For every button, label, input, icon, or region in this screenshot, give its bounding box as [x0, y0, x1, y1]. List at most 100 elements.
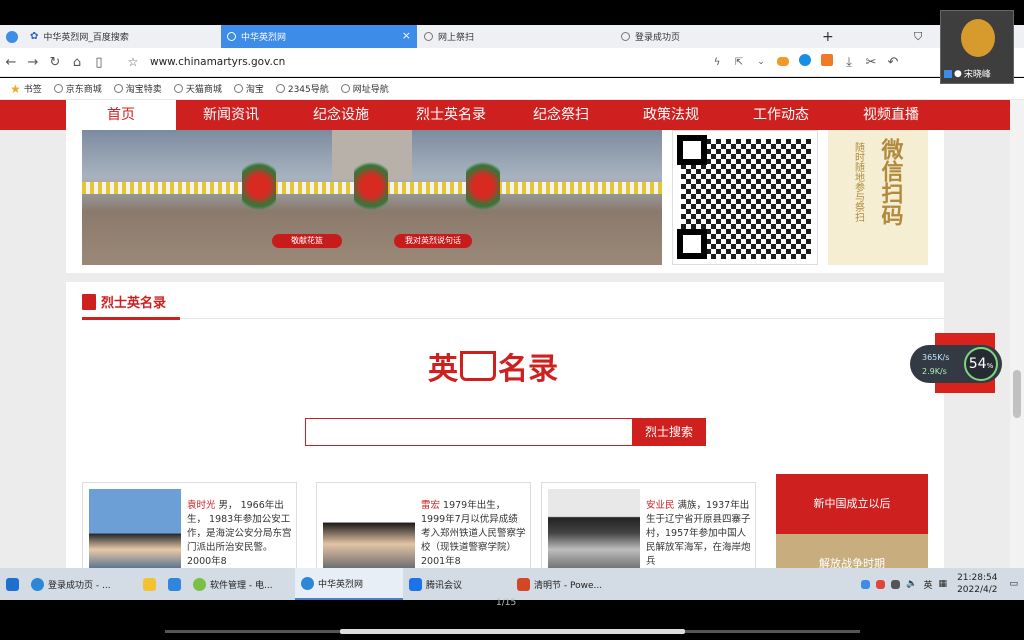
tab-label: 登录成功页	[635, 33, 681, 43]
taskbar-item-label: 登录成功页 - ...	[48, 580, 111, 591]
bookmark-item[interactable]: 淘宝	[233, 82, 264, 95]
share-icon[interactable]: ⇱	[728, 57, 750, 68]
tray-app-icon	[861, 579, 871, 589]
bookmarks-bar: ★ 书签 京东商城 淘宝特卖 天猫商城 淘宝 2345导航 网址导航	[0, 78, 1024, 100]
taskbar-item[interactable]: 登录成功页 - ...	[25, 568, 137, 600]
taskbar-item-label: 中华英烈网	[318, 579, 364, 590]
memory-percent: 54	[968, 356, 987, 372]
shirt-icon[interactable]: ⛉	[908, 25, 928, 48]
hero-card[interactable]: 雷宏 1979年出生，1999年7月以优异成绩考入郑州铁道人民警察学校（现铁道警…	[316, 482, 531, 568]
network-speed-widget[interactable]: 365K/s 2.9K/s 54%	[910, 345, 1002, 383]
nav-policy[interactable]: 政策法规	[616, 100, 726, 130]
share-progress-thumb[interactable]	[340, 629, 685, 634]
store-button[interactable]	[162, 568, 187, 600]
taskbar-item[interactable]: 软件管理 - 电...	[187, 568, 295, 600]
download-icon[interactable]: ⤓	[838, 55, 860, 70]
folder-icon	[143, 577, 156, 591]
bookmarks-label: 书签	[23, 85, 42, 95]
clock[interactable]: 21:28:54 2022/4/2	[951, 568, 1003, 600]
volume-icon: 🔈	[906, 579, 918, 589]
bookmark-item[interactable]: 京东商城	[53, 82, 102, 95]
tab-label: 中华英烈网_百度搜索	[43, 33, 129, 43]
globe-icon	[233, 84, 243, 93]
hero-name[interactable]: 雷宏	[421, 500, 440, 511]
system-tray[interactable]: 🔈 英 ▦	[857, 568, 951, 600]
bookmark-item[interactable]: 网址导航	[340, 82, 389, 95]
globe-icon	[340, 84, 350, 93]
tab-login-success[interactable]: 登录成功页	[615, 25, 811, 48]
hero-card[interactable]: 袁时光 男， 1966年出生， 1983年参加公安工作，是海淀公安分局东宫门派出…	[82, 482, 297, 568]
hero-card[interactable]: 安业民 满族，1937年出生于辽宁省开原县四寨子村，1957年参加中国人民解放军…	[541, 482, 756, 568]
main-nav: 首页 新闻资讯 纪念设施 烈士英名录 纪念祭扫 政策法规 工作动态 视频直播	[0, 100, 1010, 130]
hero-name[interactable]: 安业民	[646, 500, 675, 511]
taskbar-item-label: 清明节 - Powe...	[534, 580, 603, 591]
tab-baidu-search[interactable]: ✿ 中华英烈网_百度搜索	[24, 25, 220, 48]
bookmark-item[interactable]: 2345导航	[275, 82, 329, 95]
store-icon	[168, 577, 181, 591]
start-button[interactable]	[0, 568, 25, 600]
windows-icon	[6, 577, 19, 591]
era-tab-after-1949[interactable]: 新中国成立以后	[776, 474, 928, 534]
reader-icon[interactable]: ▯	[88, 55, 110, 70]
era-tab-liberation-war[interactable]: 解放战争时期	[776, 534, 928, 568]
scrollbar-thumb[interactable]	[1013, 370, 1021, 418]
page-scrollbar[interactable]	[1010, 100, 1024, 568]
notification-icon[interactable]: ▭	[1003, 568, 1024, 600]
extension-icon[interactable]	[794, 54, 816, 70]
message-martyr-button[interactable]: 我对英烈说句话	[394, 234, 472, 248]
hero-photo	[323, 489, 415, 568]
present-wreath-button[interactable]: 敬献花篮	[272, 234, 342, 248]
taskbar-item[interactable]: 清明节 - Powe...	[511, 568, 619, 600]
bookmark-label: 2345导航	[287, 85, 329, 95]
clock-time: 21:28:54	[957, 573, 998, 583]
nav-news[interactable]: 新闻资讯	[176, 100, 286, 130]
game-icon[interactable]	[772, 55, 794, 70]
star-icon[interactable]: ☆	[122, 55, 144, 69]
undo-icon[interactable]: ↶	[882, 55, 904, 70]
tab-online-tomb-sweeping[interactable]: 网上祭扫	[418, 25, 614, 48]
taskbar-item-active[interactable]: 中华英烈网	[295, 568, 403, 600]
bookmark-item[interactable]: 天猫商城	[173, 82, 222, 95]
forward-icon[interactable]: →	[22, 55, 44, 70]
refresh-icon[interactable]: ↻	[44, 55, 66, 70]
meeting-participant-video[interactable]: ● 宋晓峰	[940, 10, 1014, 84]
lightning-icon[interactable]: ϟ	[706, 57, 728, 68]
wreath-icon	[242, 156, 276, 216]
nav-live-video[interactable]: 视频直播	[836, 100, 946, 130]
baidu-paw-icon: ✿	[30, 31, 39, 42]
martyr-search-button[interactable]: 烈士搜索	[632, 418, 706, 446]
nav-work-updates[interactable]: 工作动态	[726, 100, 836, 130]
section-title-text: 烈士英名录	[101, 296, 167, 311]
url-field[interactable]: www.chinamartyrs.gov.cn	[150, 56, 285, 68]
home-icon[interactable]: ⌂	[66, 55, 88, 70]
nav-home[interactable]: 首页	[66, 100, 176, 130]
bookmark-item[interactable]: 淘宝特卖	[113, 82, 162, 95]
powerpoint-icon	[517, 577, 530, 591]
back-icon[interactable]: ←	[0, 55, 22, 70]
qr-finder	[677, 135, 707, 165]
wechat-scan-panel: 随时随地参与祭扫 微信扫码	[828, 130, 928, 265]
tray-app-icon	[891, 579, 901, 589]
nav-memorial-sweeping[interactable]: 纪念祭扫	[506, 100, 616, 130]
martyrs-list-card: 烈士英名录 英 名录 烈士搜索 袁时光 男， 1966年出生， 1983年参加公…	[66, 282, 944, 568]
close-tab-icon[interactable]: ×	[402, 29, 411, 42]
globe-icon	[424, 32, 433, 41]
hero-name[interactable]: 袁时光	[187, 500, 216, 511]
chevron-down-icon[interactable]: ⌄	[750, 57, 772, 67]
wechat-subtitle: 随时随地参与祭扫	[852, 142, 864, 222]
tab-chinamartyrs[interactable]: 中华英烈网 ×	[221, 25, 417, 48]
taskbar-item[interactable]: 腾讯会议	[403, 568, 511, 600]
nav-memorial-facilities[interactable]: 纪念设施	[286, 100, 396, 130]
file-explorer-button[interactable]	[137, 568, 162, 600]
translate-icon[interactable]	[816, 54, 838, 70]
new-tab-icon[interactable]: +	[816, 25, 836, 48]
qr-finder	[677, 229, 707, 259]
globe-icon	[227, 32, 236, 41]
martyr-search-input[interactable]	[305, 418, 633, 446]
section-divider	[82, 318, 944, 319]
globe-icon	[53, 84, 63, 93]
open-book-icon	[460, 351, 496, 381]
bookmarks-button[interactable]: ★ 书签	[10, 82, 42, 96]
scissors-icon[interactable]: ✂	[860, 55, 882, 70]
nav-martyrs-list[interactable]: 烈士英名录	[396, 100, 506, 130]
